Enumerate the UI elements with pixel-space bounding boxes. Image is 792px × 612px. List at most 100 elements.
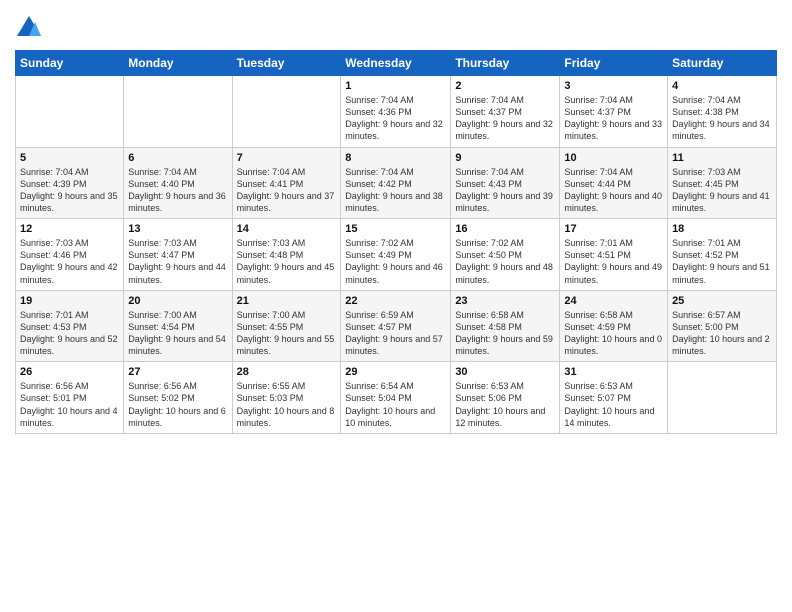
logo: [15, 14, 47, 42]
day-cell: 15Sunrise: 7:02 AM Sunset: 4:49 PM Dayli…: [341, 219, 451, 291]
page: SundayMondayTuesdayWednesdayThursdayFrid…: [0, 0, 792, 612]
day-info: Sunrise: 7:04 AM Sunset: 4:36 PM Dayligh…: [345, 94, 446, 143]
day-info: Sunrise: 6:56 AM Sunset: 5:01 PM Dayligh…: [20, 380, 119, 429]
calendar-header: SundayMondayTuesdayWednesdayThursdayFrid…: [16, 51, 777, 76]
weekday-header-friday: Friday: [560, 51, 668, 76]
day-cell: 8 Sunrise: 7:04 AM Sunset: 4:42 PM Daylig…: [341, 147, 451, 219]
day-info: Sunrise: 7:04 AM Sunset: 4:37 PM Dayligh…: [455, 94, 555, 143]
day-number: 16: [455, 223, 555, 235]
day-info: Sunrise: 7:01 AM Sunset: 4:51 PM Dayligh…: [564, 237, 663, 286]
day-cell: 31 Sunrise: 6:53 AM Sunset: 5:07 PM Dayli…: [560, 362, 668, 434]
day-info: Sunrise: 7:03 AM Sunset: 4:48 PM Dayligh…: [237, 237, 337, 286]
day-cell: 5Sunrise: 7:04 AM Sunset: 4:39 PM Daylig…: [16, 147, 124, 219]
day-info: Sunrise: 7:04 AM Sunset: 4:43 PM Dayligh…: [455, 166, 555, 215]
day-info: Sunrise: 7:02 AM Sunset: 4:49 PM Dayligh…: [345, 237, 446, 286]
day-info: Sunrise: 7:02 AM Sunset: 4:50 PM Dayligh…: [455, 237, 555, 286]
day-cell: 29Sunrise: 6:54 AM Sunset: 5:04 PM Dayli…: [341, 362, 451, 434]
day-cell: 4Sunrise: 7:04 AM Sunset: 4:38 PM Daylig…: [668, 76, 777, 148]
day-info: Sunrise: 7:00 AM Sunset: 4:54 PM Dayligh…: [128, 309, 227, 358]
day-number: 31: [564, 366, 663, 378]
day-info: Sunrise: 7:04 AM Sunset: 4:40 PM Dayligh…: [128, 166, 227, 215]
day-info: Sunrise: 6:56 AM Sunset: 5:02 PM Dayligh…: [128, 380, 227, 429]
day-number: 17: [564, 223, 663, 235]
day-number: 26: [20, 366, 119, 378]
day-info: Sunrise: 6:57 AM Sunset: 5:00 PM Dayligh…: [672, 309, 772, 358]
day-cell: 30 Sunrise: 6:53 AM Sunset: 5:06 PM Dayli…: [451, 362, 560, 434]
day-number: 13: [128, 223, 227, 235]
logo-icon: [15, 14, 43, 42]
day-cell: 23 Sunrise: 6:58 AM Sunset: 4:58 PM Dayli…: [451, 290, 560, 362]
day-cell: 27 Sunrise: 6:56 AM Sunset: 5:02 PM Dayli…: [124, 362, 232, 434]
day-number: 25: [672, 295, 772, 307]
day-cell: 22 Sunrise: 6:59 AM Sunset: 4:57 PM Dayli…: [341, 290, 451, 362]
day-number: 1: [345, 80, 446, 92]
day-number: 28: [237, 366, 337, 378]
day-cell: [16, 76, 124, 148]
day-number: 5: [20, 152, 119, 164]
day-number: 23: [455, 295, 555, 307]
calendar-body: 1 Sunrise: 7:04 AM Sunset: 4:36 PM Daylig…: [16, 76, 777, 434]
day-info: Sunrise: 7:03 AM Sunset: 4:47 PM Dayligh…: [128, 237, 227, 286]
day-number: 19: [20, 295, 119, 307]
day-cell: 7 Sunrise: 7:04 AM Sunset: 4:41 PM Daylig…: [232, 147, 341, 219]
day-info: Sunrise: 7:04 AM Sunset: 4:38 PM Dayligh…: [672, 94, 772, 143]
day-info: Sunrise: 7:03 AM Sunset: 4:46 PM Dayligh…: [20, 237, 119, 286]
day-cell: 11 Sunrise: 7:03 AM Sunset: 4:45 PM Dayli…: [668, 147, 777, 219]
day-number: 21: [237, 295, 337, 307]
day-cell: 2 Sunrise: 7:04 AM Sunset: 4:37 PM Daylig…: [451, 76, 560, 148]
day-info: Sunrise: 7:04 AM Sunset: 4:42 PM Dayligh…: [345, 166, 446, 215]
day-info: Sunrise: 6:58 AM Sunset: 4:59 PM Dayligh…: [564, 309, 663, 358]
day-info: Sunrise: 6:55 AM Sunset: 5:03 PM Dayligh…: [237, 380, 337, 429]
header: [15, 10, 777, 42]
day-number: 12: [20, 223, 119, 235]
day-info: Sunrise: 6:59 AM Sunset: 4:57 PM Dayligh…: [345, 309, 446, 358]
day-info: Sunrise: 6:53 AM Sunset: 5:07 PM Dayligh…: [564, 380, 663, 429]
weekday-header-tuesday: Tuesday: [232, 51, 341, 76]
week-row-2: 5Sunrise: 7:04 AM Sunset: 4:39 PM Daylig…: [16, 147, 777, 219]
weekday-header-thursday: Thursday: [451, 51, 560, 76]
day-number: 30: [455, 366, 555, 378]
day-number: 22: [345, 295, 446, 307]
day-number: 18: [672, 223, 772, 235]
day-number: 2: [455, 80, 555, 92]
day-cell: 24 Sunrise: 6:58 AM Sunset: 4:59 PM Dayli…: [560, 290, 668, 362]
day-cell: 26 Sunrise: 6:56 AM Sunset: 5:01 PM Dayli…: [16, 362, 124, 434]
day-cell: 10 Sunrise: 7:04 AM Sunset: 4:44 PM Dayli…: [560, 147, 668, 219]
day-info: Sunrise: 6:54 AM Sunset: 5:04 PM Dayligh…: [345, 380, 446, 429]
week-row-3: 12 Sunrise: 7:03 AM Sunset: 4:46 PM Dayli…: [16, 219, 777, 291]
day-number: 27: [128, 366, 227, 378]
day-cell: 17 Sunrise: 7:01 AM Sunset: 4:51 PM Dayli…: [560, 219, 668, 291]
day-info: Sunrise: 6:58 AM Sunset: 4:58 PM Dayligh…: [455, 309, 555, 358]
day-number: 9: [455, 152, 555, 164]
day-number: 10: [564, 152, 663, 164]
day-cell: 13 Sunrise: 7:03 AM Sunset: 4:47 PM Dayli…: [124, 219, 232, 291]
day-cell: 20 Sunrise: 7:00 AM Sunset: 4:54 PM Dayli…: [124, 290, 232, 362]
day-info: Sunrise: 7:03 AM Sunset: 4:45 PM Dayligh…: [672, 166, 772, 215]
day-info: Sunrise: 7:00 AM Sunset: 4:55 PM Dayligh…: [237, 309, 337, 358]
weekday-row: SundayMondayTuesdayWednesdayThursdayFrid…: [16, 51, 777, 76]
day-number: 20: [128, 295, 227, 307]
day-cell: 19 Sunrise: 7:01 AM Sunset: 4:53 PM Dayli…: [16, 290, 124, 362]
day-info: Sunrise: 7:01 AM Sunset: 4:53 PM Dayligh…: [20, 309, 119, 358]
day-cell: [668, 362, 777, 434]
day-info: Sunrise: 7:04 AM Sunset: 4:41 PM Dayligh…: [237, 166, 337, 215]
day-number: 14: [237, 223, 337, 235]
day-info: Sunrise: 7:04 AM Sunset: 4:44 PM Dayligh…: [564, 166, 663, 215]
day-cell: 6 Sunrise: 7:04 AM Sunset: 4:40 PM Daylig…: [124, 147, 232, 219]
day-cell: 9 Sunrise: 7:04 AM Sunset: 4:43 PM Daylig…: [451, 147, 560, 219]
day-cell: 16 Sunrise: 7:02 AM Sunset: 4:50 PM Dayli…: [451, 219, 560, 291]
day-cell: 28 Sunrise: 6:55 AM Sunset: 5:03 PM Dayli…: [232, 362, 341, 434]
week-row-5: 26 Sunrise: 6:56 AM Sunset: 5:01 PM Dayli…: [16, 362, 777, 434]
day-cell: 21 Sunrise: 7:00 AM Sunset: 4:55 PM Dayli…: [232, 290, 341, 362]
day-info: Sunrise: 6:53 AM Sunset: 5:06 PM Dayligh…: [455, 380, 555, 429]
day-number: 6: [128, 152, 227, 164]
day-number: 11: [672, 152, 772, 164]
day-number: 8: [345, 152, 446, 164]
day-number: 7: [237, 152, 337, 164]
day-number: 3: [564, 80, 663, 92]
day-cell: 12 Sunrise: 7:03 AM Sunset: 4:46 PM Dayli…: [16, 219, 124, 291]
day-info: Sunrise: 7:01 AM Sunset: 4:52 PM Dayligh…: [672, 237, 772, 286]
day-cell: 18 Sunrise: 7:01 AM Sunset: 4:52 PM Dayli…: [668, 219, 777, 291]
day-number: 24: [564, 295, 663, 307]
weekday-header-wednesday: Wednesday: [341, 51, 451, 76]
